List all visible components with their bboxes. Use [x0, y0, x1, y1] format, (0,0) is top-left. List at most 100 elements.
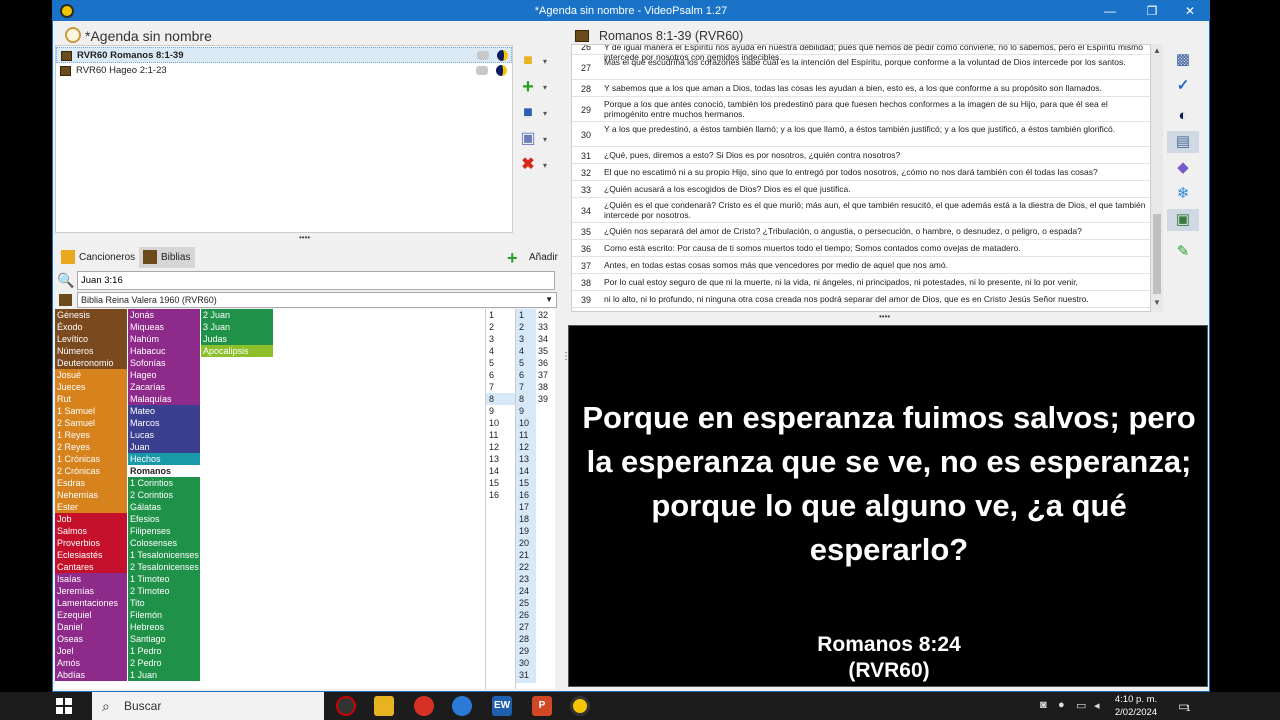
book-isaías[interactable]: Isaías: [55, 573, 127, 585]
book-habacuc[interactable]: Habacuc: [128, 345, 200, 357]
book-1-samuel[interactable]: 1 Samuel: [55, 405, 127, 417]
verse-item[interactable]: 13: [519, 453, 529, 465]
chapter-item[interactable]: 9: [486, 405, 515, 417]
book-santiago[interactable]: Santiago: [128, 633, 200, 645]
verse-item[interactable]: 32: [538, 309, 548, 321]
chapter-item[interactable]: 1: [486, 309, 515, 321]
book-génesis[interactable]: Génesis: [55, 309, 127, 321]
file-explorer-icon[interactable]: [374, 696, 394, 716]
verse-row[interactable]: 38 Por lo cual estoy seguro de que ni la …: [572, 274, 1150, 291]
book-rut[interactable]: Rut: [55, 393, 127, 405]
close-button[interactable]: ✕: [1171, 1, 1209, 21]
chapter-item[interactable]: 15: [486, 477, 515, 489]
verse-item[interactable]: 18: [519, 513, 529, 525]
book-1-tesalonicenses[interactable]: 1 Tesalonicenses: [128, 549, 200, 561]
microphone-icon[interactable]: ●: [1058, 699, 1065, 711]
book-filipenses[interactable]: Filipenses: [128, 525, 200, 537]
verse-item[interactable]: 35: [538, 345, 548, 357]
book-2-corintios[interactable]: 2 Corintios: [128, 489, 200, 501]
book-2-crónicas[interactable]: 2 Crónicas: [55, 465, 127, 477]
verse-row[interactable]: 27 Mas el que escudriña los corazones sab…: [572, 55, 1150, 80]
chapter-item[interactable]: 3: [486, 333, 515, 345]
verse-row[interactable]: 29 Porque a los que antes conoció, tambié…: [572, 97, 1150, 122]
chapter-item[interactable]: 12: [486, 441, 515, 453]
book-eclesiastés[interactable]: Eclesiastés: [55, 549, 127, 561]
verse-item[interactable]: 33: [538, 321, 548, 333]
verse-row[interactable]: 26 Y de igual manera el Espíritu nos ayud…: [572, 45, 1150, 62]
verse-row[interactable]: 31 ¿Qué, pues, diremos a esto? Si Dios es…: [572, 147, 1150, 164]
verse-item[interactable]: 29: [519, 645, 529, 657]
verse-item[interactable]: 23: [519, 573, 529, 585]
verse-item[interactable]: 26: [519, 609, 529, 621]
book-daniel[interactable]: Daniel: [55, 621, 127, 633]
book-éxodo[interactable]: Éxodo: [55, 321, 127, 333]
media-app-icon[interactable]: [336, 696, 356, 716]
book-abdías[interactable]: Abdías: [55, 669, 127, 681]
verse-item[interactable]: 9: [519, 405, 524, 417]
verse-item[interactable]: 21: [519, 549, 529, 561]
chapter-item[interactable]: 2: [486, 321, 515, 333]
book-hechos[interactable]: Hechos: [128, 453, 200, 465]
book-1-pedro[interactable]: 1 Pedro: [128, 645, 200, 657]
verse-item[interactable]: 22: [519, 561, 529, 573]
chapter-item[interactable]: 4: [486, 345, 515, 357]
verse-row[interactable]: 36 Como está escrito: Por causa de ti som…: [572, 240, 1150, 257]
verse-item[interactable]: 24: [519, 585, 529, 597]
verse-item[interactable]: 6: [519, 369, 524, 381]
add-icon[interactable]: +: [517, 77, 539, 97]
scrollbar-thumb[interactable]: [1153, 214, 1161, 294]
book-2-tesalonicenses[interactable]: 2 Tesalonicenses: [128, 561, 200, 573]
verse-item[interactable]: 19: [519, 525, 529, 537]
book-josué[interactable]: Josué: [55, 369, 127, 381]
book-2-reyes[interactable]: 2 Reyes: [55, 441, 127, 453]
paint-icon[interactable]: ◆: [1167, 157, 1199, 179]
network-icon[interactable]: ▭: [1076, 699, 1086, 712]
book-1-corintios[interactable]: 1 Corintios: [128, 477, 200, 489]
verse-item[interactable]: 16: [519, 489, 529, 501]
minimize-button[interactable]: —: [1091, 1, 1129, 21]
verse-item[interactable]: 14: [519, 465, 529, 477]
book-lucas[interactable]: Lucas: [128, 429, 200, 441]
tab-songbooks[interactable]: Cancioneros: [57, 247, 137, 268]
verse-item[interactable]: 36: [538, 357, 548, 369]
verse-row[interactable]: 30 Y a los que predestinó, a éstos tambié…: [572, 122, 1150, 147]
tab-bibles[interactable]: Biblias: [139, 247, 195, 268]
book-nahúm[interactable]: Nahúm: [128, 333, 200, 345]
open-folder-icon[interactable]: ■: [517, 51, 539, 71]
volume-icon[interactable]: ◂: [1094, 699, 1100, 712]
verse-item[interactable]: 1: [519, 309, 524, 321]
windows-start-icon[interactable]: [56, 698, 72, 714]
book-lamentaciones[interactable]: Lamentaciones: [55, 597, 127, 609]
clock[interactable]: 4:10 p. m. 2/02/2024: [1110, 693, 1162, 719]
chevron-down-icon[interactable]: ▾: [543, 57, 547, 66]
chevron-down-icon[interactable]: ▾: [543, 161, 547, 170]
book-hageo[interactable]: Hageo: [128, 369, 200, 381]
verse-item[interactable]: 2: [519, 321, 524, 333]
book-jueces[interactable]: Jueces: [55, 381, 127, 393]
book-2-pedro[interactable]: 2 Pedro: [128, 657, 200, 669]
book-job[interactable]: Job: [55, 513, 127, 525]
book-deuteronomio[interactable]: Deuteronomio: [55, 357, 127, 369]
meet-now-icon[interactable]: ◙: [1040, 699, 1047, 711]
book-zacarías[interactable]: Zacarías: [128, 381, 200, 393]
book-3-juan[interactable]: 3 Juan: [201, 321, 273, 333]
search-input[interactable]: [77, 271, 555, 290]
chevron-down-icon[interactable]: ▾: [543, 109, 547, 118]
verse-item[interactable]: 20: [519, 537, 529, 549]
copy-icon[interactable]: ▣: [517, 129, 539, 149]
verse-item[interactable]: 15: [519, 477, 529, 489]
moon-theme-icon[interactable]: [496, 65, 507, 76]
book-apocalipsis[interactable]: Apocalipsis: [201, 345, 273, 357]
videopsalm-taskbar-icon[interactable]: [570, 696, 590, 716]
chapter-item[interactable]: 7: [486, 381, 515, 393]
book-levítico[interactable]: Levítico: [55, 333, 127, 345]
verse-item[interactable]: 17: [519, 501, 529, 513]
verse-row[interactable]: 35 ¿Quién nos separará del amor de Cristo…: [572, 223, 1150, 240]
book-filemón[interactable]: Filemón: [128, 609, 200, 621]
book-judas[interactable]: Judas: [201, 333, 273, 345]
verse-row[interactable]: 39 ni lo alto, ni lo profundo, ni ninguna…: [572, 291, 1150, 308]
verse-item[interactable]: 38: [538, 381, 548, 393]
add-button[interactable]: + Añadir: [507, 249, 558, 267]
eraser-icon[interactable]: [477, 51, 489, 60]
screen-icon[interactable]: ▣: [1167, 209, 1199, 231]
